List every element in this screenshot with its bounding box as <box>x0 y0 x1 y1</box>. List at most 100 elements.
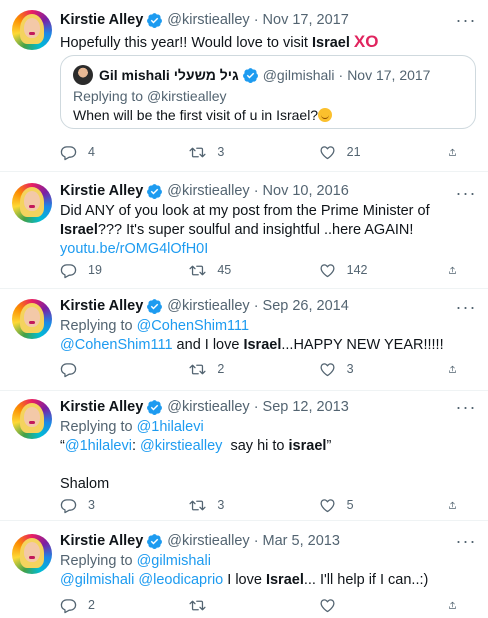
mention-link[interactable]: @gilmishali <box>60 572 134 588</box>
retweet-icon <box>189 597 206 614</box>
tweet[interactable]: ··· Kirstie Alley @kirstiealley · Mar 5,… <box>0 521 488 618</box>
mention-link[interactable]: @kirstiealley <box>140 438 222 454</box>
reply-button[interactable]: 3 <box>60 497 142 514</box>
author-handle[interactable]: @kirstiealley <box>167 533 249 549</box>
replying-to: Replying to @CohenShim111 <box>60 318 250 334</box>
author-handle[interactable]: @kirstiealley <box>167 12 249 28</box>
tweet-text-line2: Shalom <box>60 476 110 492</box>
verified-badge-icon <box>242 67 259 84</box>
separator-dot: · <box>253 399 259 415</box>
replying-to-link[interactable]: @CohenShim111 <box>137 318 250 334</box>
avatar[interactable] <box>12 10 52 50</box>
avatar[interactable] <box>12 299 52 339</box>
tweet-actions: 2 3 <box>60 359 468 379</box>
verified-badge-icon <box>146 298 163 315</box>
tweet-actions: 4 3 21 <box>60 142 468 162</box>
like-button[interactable] <box>319 597 401 614</box>
verified-badge-icon <box>146 12 163 29</box>
retweet-icon <box>189 144 206 161</box>
quoted-tweet[interactable]: Gil mishali גיל משעלי @gilmishali · Nov … <box>60 55 476 129</box>
author-handle[interactable]: @kirstiealley <box>167 183 249 199</box>
share-button[interactable] <box>448 262 468 279</box>
author-handle[interactable]: @kirstiealley <box>167 298 249 314</box>
verified-badge-icon <box>146 533 163 550</box>
tweet-header: Kirstie Alley @kirstiealley · Nov 10, 20… <box>60 181 476 201</box>
share-button[interactable] <box>448 361 468 378</box>
replying-to-link[interactable]: @gilmishali <box>137 553 211 569</box>
separator-dot: · <box>338 67 344 83</box>
like-button[interactable]: 21 <box>319 144 401 161</box>
author-name[interactable]: Kirstie Alley <box>60 298 143 314</box>
retweet-button[interactable]: 45 <box>189 262 271 279</box>
share-button[interactable] <box>448 497 468 514</box>
separator-dot: · <box>253 12 259 28</box>
tweet-header: Kirstie Alley @kirstiealley · Nov 17, 20… <box>60 10 476 30</box>
share-button[interactable] <box>448 144 468 161</box>
like-icon <box>319 262 336 279</box>
highlight-keyword: Israel <box>60 222 98 238</box>
retweet-button[interactable]: 3 <box>189 497 271 514</box>
reply-button[interactable]: 4 <box>60 144 142 161</box>
share-icon <box>448 144 457 161</box>
author-name[interactable]: Kirstie Alley <box>60 12 143 28</box>
tweet-date[interactable]: Mar 5, 2013 <box>263 533 340 549</box>
reply-button[interactable]: 2 <box>60 597 142 614</box>
mention-link[interactable]: @1hilalevi <box>65 438 132 454</box>
like-button[interactable]: 3 <box>319 361 401 378</box>
mention-link[interactable]: @CohenShim111 <box>60 337 173 353</box>
tweet-text: Hopefully this year!! Would love to visi… <box>60 32 379 51</box>
share-icon <box>448 262 457 279</box>
verified-badge-icon <box>146 183 163 200</box>
reply-button[interactable]: 19 <box>60 262 142 279</box>
tweet[interactable]: ··· Kirstie Alley @kirstiealley · Nov 17… <box>0 0 488 172</box>
like-button[interactable]: 142 <box>319 262 401 279</box>
highlight-keyword: Israel <box>243 337 282 353</box>
highlight-keyword: israel <box>288 438 327 454</box>
author-name[interactable]: Kirstie Alley <box>60 533 143 549</box>
tweet-link[interactable]: youtu.be/rOMG4lOfH0I <box>60 240 476 259</box>
quoted-author-name: Gil mishali גיל משעלי <box>99 67 239 83</box>
avatar[interactable] <box>12 183 52 223</box>
retweet-button[interactable]: 2 <box>189 361 271 378</box>
xo-emoji: XO <box>353 32 379 51</box>
retweet-button[interactable] <box>189 597 271 614</box>
replying-to-link[interactable]: @1hilalevi <box>137 419 204 435</box>
avatar[interactable] <box>12 399 52 439</box>
tweet[interactable]: ··· Kirstie Alley @kirstiealley · Sep 26… <box>0 289 488 391</box>
tweet-actions: 3 3 5 <box>60 495 468 515</box>
like-button[interactable]: 5 <box>319 497 401 514</box>
tweet-date[interactable]: Nov 17, 2017 <box>263 12 349 28</box>
reply-button[interactable] <box>60 361 142 378</box>
tweet-date[interactable]: Sep 26, 2014 <box>263 298 349 314</box>
replying-to: Replying to @1hilalevi <box>60 419 204 435</box>
reply-icon <box>60 497 77 514</box>
tweet[interactable]: ··· Kirstie Alley @kirstiealley · Sep 12… <box>0 391 488 521</box>
author-name[interactable]: Kirstie Alley <box>60 183 143 199</box>
tweet-date[interactable]: Nov 10, 2016 <box>263 183 349 199</box>
reply-icon <box>60 361 77 378</box>
like-icon <box>319 144 336 161</box>
quoted-tweet-date: Nov 17, 2017 <box>347 67 431 83</box>
share-button[interactable] <box>448 597 468 614</box>
author-handle[interactable]: @kirstiealley <box>167 399 249 415</box>
retweet-icon <box>189 361 206 378</box>
verified-badge-icon <box>146 399 163 416</box>
like-icon <box>319 497 336 514</box>
mention-link[interactable]: @leodicaprio <box>138 572 223 588</box>
quoted-replying-to: Replying to @kirstiealley <box>73 88 227 104</box>
tweet-actions: 19 45 142 <box>60 260 468 280</box>
tweet-text: Did ANY of you look at my post from the … <box>60 203 430 238</box>
share-icon <box>448 361 457 378</box>
quoted-tweet-text: When will be the first visit of u in Isr… <box>73 106 333 125</box>
author-name[interactable]: Kirstie Alley <box>60 399 143 415</box>
retweet-button[interactable]: 3 <box>189 144 271 161</box>
avatar[interactable] <box>12 534 52 574</box>
tweet[interactable]: ··· Kirstie Alley @kirstiealley · Nov 10… <box>0 172 488 289</box>
retweet-icon <box>189 262 206 279</box>
tweet-header: Kirstie Alley @kirstiealley · Mar 5, 201… <box>60 531 476 551</box>
tweet-date[interactable]: Sep 12, 2013 <box>263 399 349 415</box>
separator-dot: · <box>253 298 259 314</box>
retweet-icon <box>189 497 206 514</box>
reply-icon <box>60 144 77 161</box>
tweet-text: “@1hilalevi: @kirstiealley say hi to isr… <box>60 438 332 454</box>
